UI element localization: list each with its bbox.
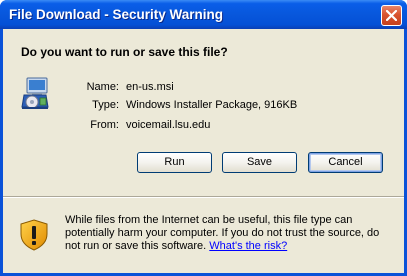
dialog-body: Do you want to run or save this file? Na… — [3, 29, 404, 273]
save-button[interactable]: Save — [222, 152, 297, 173]
divider — [3, 196, 404, 198]
msi-installer-icon — [21, 77, 49, 109]
run-button[interactable]: Run — [137, 152, 212, 173]
type-label: Type: — [92, 99, 119, 111]
close-button[interactable] — [381, 5, 402, 26]
close-icon — [386, 10, 397, 21]
from-value: voicemail.lsu.edu — [126, 119, 211, 131]
security-warning-dialog: File Download - Security Warning Do you … — [0, 0, 407, 276]
shield-warning-icon — [20, 219, 48, 251]
name-label: Name: — [86, 81, 119, 93]
dialog-title: File Download - Security Warning — [9, 7, 224, 22]
type-value: Windows Installer Package, 916KB — [126, 99, 298, 111]
from-label: From: — [90, 119, 119, 131]
whats-the-risk-link[interactable]: What's the risk? — [209, 240, 287, 252]
dialog-question: Do you want to run or save this file? — [21, 45, 228, 59]
cancel-button[interactable]: Cancel — [308, 152, 383, 173]
name-value: en-us.msi — [126, 81, 174, 93]
security-warning-text: While files from the Internet can be use… — [65, 214, 395, 253]
title-bar[interactable]: File Download - Security Warning — [0, 0, 407, 29]
